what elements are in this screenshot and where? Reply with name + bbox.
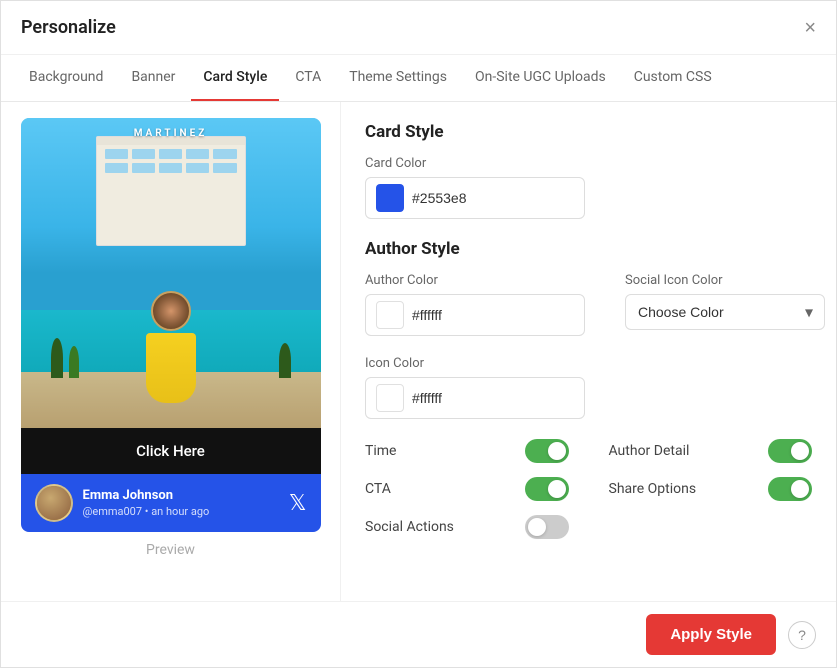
close-button[interactable]: × <box>804 18 816 38</box>
tab-on-site-ugc[interactable]: On-Site UGC Uploads <box>463 55 618 101</box>
icon-color-label: Icon Color <box>365 356 812 371</box>
time-toggle-slider <box>525 439 569 463</box>
author-handle: @emma007 • an hour ago <box>83 505 210 518</box>
icon-color-text[interactable] <box>412 390 574 406</box>
toggle-row-author-detail: Author Detail <box>609 439 813 463</box>
share-options-toggle-label: Share Options <box>609 481 697 497</box>
tab-banner[interactable]: Banner <box>119 55 187 101</box>
preview-panel: MARTINEZ Cli <box>1 102 341 601</box>
toggle-row-share-options: Share Options <box>609 477 813 501</box>
social-actions-toggle-slider <box>525 515 569 539</box>
icon-color-swatch <box>376 384 404 412</box>
tab-cta[interactable]: CTA <box>283 55 333 101</box>
social-icon-color-select[interactable]: Choose Color White Black Custom <box>625 294 825 330</box>
card-image: MARTINEZ <box>21 118 321 428</box>
toggle-row-time: Time <box>365 439 569 463</box>
settings-panel: Card Style Card Color Author Style Autho… <box>341 102 836 601</box>
icon-color-input[interactable] <box>365 377 585 419</box>
time-toggle-label: Time <box>365 443 396 459</box>
author-name: Emma Johnson <box>83 488 210 503</box>
toggle-row-social-actions: Social Actions <box>365 515 569 539</box>
cta-toggle[interactable] <box>525 477 569 501</box>
author-text: Emma Johnson @emma007 • an hour ago <box>83 488 210 518</box>
dialog-header: Personalize × <box>1 1 836 55</box>
tab-background[interactable]: Background <box>17 55 115 101</box>
tab-custom-css[interactable]: Custom CSS <box>622 55 724 101</box>
twitter-icon: 𝕏 <box>289 491 307 516</box>
toggle-row-cta: CTA <box>365 477 569 501</box>
cta-toggle-label: CTA <box>365 481 391 497</box>
personalize-dialog: Personalize × Background Banner Card Sty… <box>0 0 837 668</box>
toggle-section: Time Author Detail CTA <box>365 439 812 539</box>
author-detail-toggle[interactable] <box>768 439 812 463</box>
card-footer: Emma Johnson @emma007 • an hour ago 𝕏 <box>21 474 321 532</box>
apply-style-button[interactable]: Apply Style <box>646 614 776 655</box>
hotel-name-label: MARTINEZ <box>134 128 208 139</box>
main-content: MARTINEZ Cli <box>1 102 836 601</box>
author-color-label: Author Color <box>365 273 585 288</box>
dialog-title: Personalize <box>21 17 116 38</box>
author-color-swatch <box>376 301 404 329</box>
tab-bar: Background Banner Card Style CTA Theme S… <box>1 55 836 102</box>
card-color-input[interactable] <box>365 177 585 219</box>
author-info: Emma Johnson @emma007 • an hour ago <box>35 484 210 522</box>
social-actions-toggle[interactable] <box>525 515 569 539</box>
author-detail-toggle-slider <box>768 439 812 463</box>
cta-toggle-slider <box>525 477 569 501</box>
author-detail-toggle-label: Author Detail <box>609 443 690 459</box>
help-button[interactable]: ? <box>788 621 816 649</box>
time-toggle[interactable] <box>525 439 569 463</box>
author-style-section: Author Style Author Color Social Icon Co… <box>365 239 812 419</box>
social-icon-color-dropdown-wrapper: Choose Color White Black Custom <box>625 294 825 330</box>
social-icon-color-field: Social Icon Color Choose Color White Bla… <box>625 273 825 330</box>
share-options-toggle[interactable] <box>768 477 812 501</box>
card-color-label: Card Color <box>365 156 812 171</box>
social-actions-toggle-label: Social Actions <box>365 519 454 535</box>
tab-card-style[interactable]: Card Style <box>191 55 279 101</box>
author-color-input[interactable] <box>365 294 585 336</box>
author-color-field: Author Color <box>365 273 585 356</box>
preview-label: Preview <box>146 542 195 558</box>
author-style-heading: Author Style <box>365 239 812 259</box>
author-color-text[interactable] <box>412 307 574 323</box>
author-color-row: Author Color Social Icon Color Choose Co… <box>365 273 812 356</box>
card-style-heading: Card Style <box>365 122 812 142</box>
dialog-footer: Apply Style ? <box>1 601 836 667</box>
card-color-text[interactable] <box>412 190 574 206</box>
avatar <box>35 484 73 522</box>
share-options-toggle-slider <box>768 477 812 501</box>
social-icon-color-label: Social Icon Color <box>625 273 825 288</box>
tab-theme-settings[interactable]: Theme Settings <box>337 55 459 101</box>
card-preview: MARTINEZ Cli <box>21 118 321 532</box>
card-color-swatch <box>376 184 404 212</box>
click-here-button[interactable]: Click Here <box>21 428 321 474</box>
